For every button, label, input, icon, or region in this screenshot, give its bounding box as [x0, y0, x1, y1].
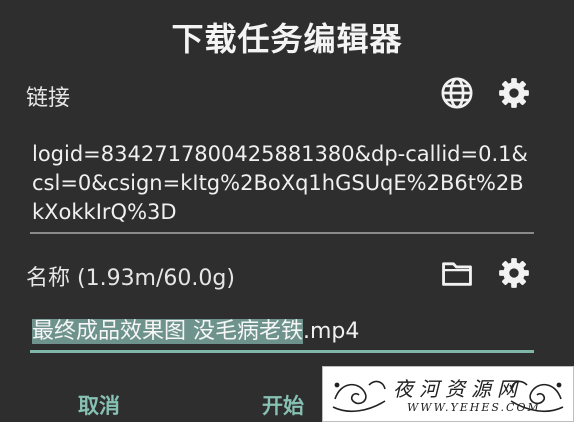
dialog-title: 下载任务编辑器 [171, 20, 403, 58]
download-task-editor-dialog: 下载任务编辑器 链接 logid=8342717800425881380&dp-… [0, 0, 574, 422]
filename-input[interactable]: 最终成品效果图 没毛病老铁.mp4 [32, 316, 359, 348]
filename-extension: .mp4 [303, 319, 360, 344]
gear-icon[interactable] [497, 256, 531, 290]
watermark-banner: 夜河资源网 WWW.YEHES.COM [322, 366, 574, 422]
name-label: 名称 (1.93m/60.0g) [26, 266, 235, 291]
watermark-text: 夜河资源网 [393, 377, 523, 401]
globe-icon[interactable] [440, 76, 474, 110]
watermark-ornament-right [510, 380, 564, 413]
watermark-ornament-left [332, 380, 386, 413]
gear-icon[interactable] [497, 76, 531, 110]
cancel-button[interactable]: 取消 [78, 390, 120, 420]
start-button[interactable]: 开始 [262, 390, 304, 420]
folder-icon[interactable] [440, 256, 474, 290]
link-url-field[interactable]: logid=8342717800425881380&dp-callid=0.1&… [32, 140, 532, 227]
link-field-underline [30, 232, 534, 234]
link-label: 链接 [26, 86, 71, 111]
filename-field-underline [30, 350, 534, 353]
filename-selected-text: 最终成品效果图 没毛病老铁 [32, 319, 303, 344]
